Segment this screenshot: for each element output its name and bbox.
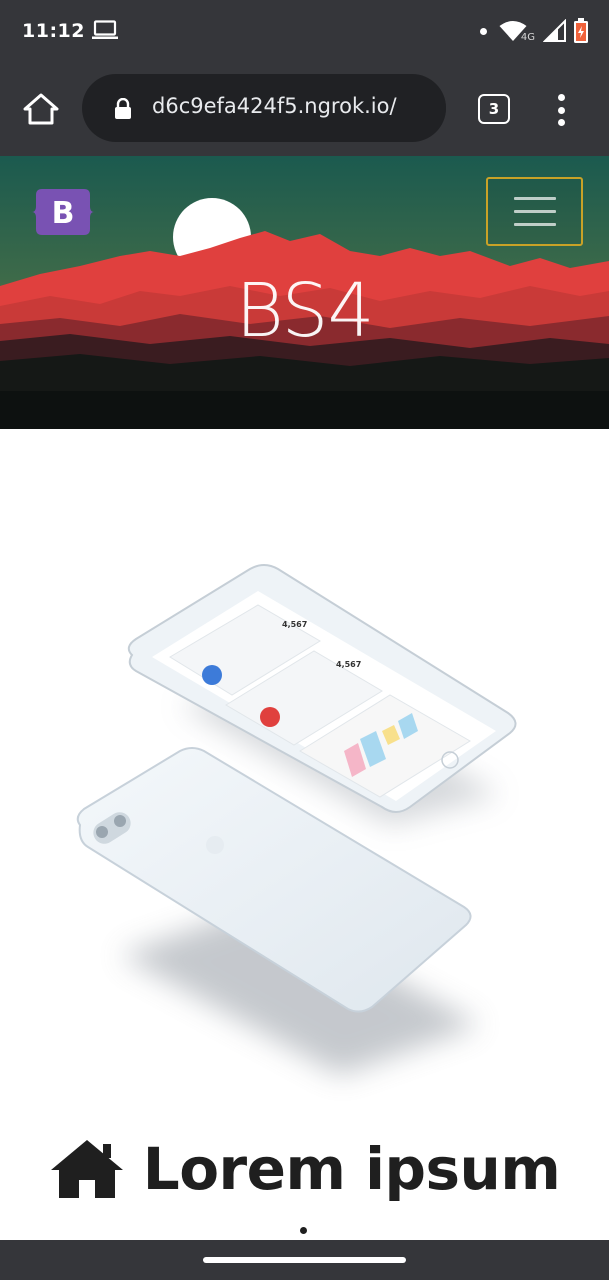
url-fade [420, 74, 446, 142]
cell-signal-icon [543, 19, 566, 42]
status-icons: 4G [479, 16, 589, 46]
home-button[interactable] [22, 90, 60, 128]
gesture-handle[interactable] [203, 1257, 406, 1263]
phone-mockup-image: 4,567 4,567 [60, 555, 540, 1115]
tab-count: 3 [488, 100, 500, 118]
status-bar: 11:12 4G [0, 0, 609, 62]
section-title-text: Lorem ipsum [142, 1135, 561, 1203]
browser-toolbar: d6c9efa424f5.ngrok.io/ 3 [0, 62, 609, 156]
mockup-card1-value: 4,567 [282, 620, 307, 629]
hero-banner: B BS4 [0, 156, 609, 429]
lock-icon [115, 98, 131, 119]
notification-dot-icon [479, 27, 487, 35]
status-time: 11:12 [22, 20, 85, 42]
home-icon [23, 93, 59, 125]
navbar-toggler-button[interactable] [486, 177, 583, 246]
system-navigation-bar [0, 1240, 609, 1280]
address-bar[interactable]: d6c9efa424f5.ngrok.io/ [82, 74, 446, 142]
more-vert-icon[interactable] [548, 92, 574, 128]
battery-icon [574, 18, 588, 43]
network-type-label: 4G [520, 31, 535, 43]
section-dot [300, 1227, 307, 1234]
laptop-icon [92, 20, 118, 45]
bootstrap-logo[interactable]: B [32, 186, 94, 238]
tab-switcher-button[interactable]: 3 [478, 94, 510, 124]
section-heading: Lorem ipsum [0, 1138, 609, 1200]
home-icon [50, 1140, 123, 1198]
mockup-card2-value: 4,567 [336, 660, 361, 669]
url-text: d6c9efa424f5.ngrok.io/ [152, 94, 397, 118]
hero-title: BS4 [235, 268, 374, 354]
logo-letter: B [52, 196, 75, 231]
